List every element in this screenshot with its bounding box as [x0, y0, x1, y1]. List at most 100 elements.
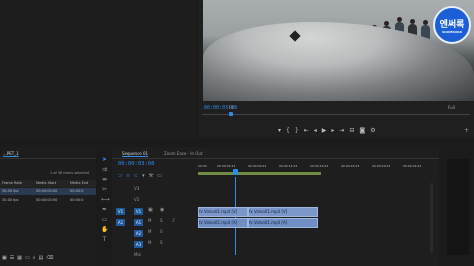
video-clip[interactable]: fx Volvo01.mp4 [V] [248, 207, 318, 217]
track-label-v3[interactable]: V3 [134, 186, 139, 191]
captions-icon[interactable]: ▭ [157, 173, 166, 179]
track-label-a2[interactable]: A2 [134, 230, 143, 237]
export-frame-icon[interactable]: ◙ [359, 127, 370, 134]
project-tab[interactable]: ...PET_1 [3, 151, 19, 156]
track-header-a1: A1 A1 M S ♪ [114, 218, 198, 228]
vertical-scrollbar[interactable] [430, 183, 433, 253]
timeline-panel: Sequence 01 Zoom Ease - In Out 00:00:03:… [112, 147, 439, 266]
settings-icon[interactable]: ⚙ [370, 127, 380, 134]
add-button-icon[interactable]: + [464, 127, 469, 134]
ruler-label: 00:00 [198, 164, 207, 168]
audio-clip[interactable]: fx Volvo01.mp4 [A] [198, 218, 248, 228]
new-bin-icon[interactable]: ▭ [25, 255, 33, 261]
logo-subtext: SOOMSOOK [442, 30, 462, 34]
lift-icon[interactable]: ⊟ [349, 127, 359, 134]
solo-button[interactable]: S [160, 229, 163, 234]
insert-sequence-icon[interactable]: ⊃ [118, 173, 126, 179]
table-row[interactable]: 30.00 fps 00:00:00:00 00:00:0 [0, 188, 96, 195]
video-clip[interactable]: fx Volvo01.mp4 [V] [198, 207, 248, 217]
work-area-bar[interactable] [198, 172, 321, 175]
track-label-a3[interactable]: A3 [134, 241, 143, 248]
column-frame-rate[interactable]: Frame Rate [2, 181, 22, 185]
source-patch-v1[interactable]: V1 [116, 208, 125, 215]
cell-media-end: 00:00:0 [70, 198, 84, 202]
project-panel: ...PET_1 1 of 36 items selected Frame Ra… [0, 147, 96, 266]
playhead-marker[interactable] [229, 112, 233, 116]
program-scrub-bar[interactable] [202, 114, 470, 115]
zoom-ease-tab[interactable]: Zoom Ease - In Out [164, 151, 203, 156]
audio-clip[interactable]: fx Volvo01.mp4 [A] [248, 218, 318, 228]
playhead-handle[interactable] [233, 169, 238, 175]
fit-dropdown[interactable]: Fit [229, 105, 234, 110]
logo-text: 엔써록 [439, 20, 465, 30]
go-to-out-icon[interactable]: ⇥ [339, 127, 349, 134]
in-point-icon[interactable]: { [286, 127, 295, 134]
track-label-mix: Mix [134, 252, 141, 257]
tools-panel: ➤ ⇉ ⇹ ✂ ⟷ ✒ ▭ ✋ T [97, 147, 111, 266]
pen-tool-icon[interactable]: ✒ [101, 206, 108, 213]
project-footer-toolbar: ▣☰▦▭⌕▤⌫ [2, 255, 94, 263]
audio-meters-panel [441, 147, 474, 266]
marker-icon[interactable]: ▾ [278, 127, 286, 134]
track-header-v1: V1 V1 ▣ ◉ [114, 207, 198, 217]
ripple-edit-tool-icon[interactable]: ⇹ [101, 176, 108, 183]
cell-media-start: 00:00:00:00 [36, 189, 58, 193]
mute-button[interactable]: M [148, 229, 151, 234]
source-monitor-panel [0, 0, 196, 138]
out-point-icon[interactable]: } [295, 127, 304, 134]
ruler-label: 00:00:29:23 [372, 164, 391, 168]
ruler-label: 00:00:19:23 [310, 164, 329, 168]
list-view-icon[interactable]: ☰ [10, 255, 17, 261]
sequence-tab[interactable]: Sequence 01 [122, 151, 148, 156]
track-header-v3: V3 [114, 185, 198, 195]
icon-view-icon[interactable]: ▦ [17, 255, 25, 261]
audio-meter [447, 159, 469, 255]
wrench-icon[interactable]: ⚒ [149, 173, 157, 179]
linked-selection-icon[interactable]: ⊂ [134, 173, 142, 179]
selection-tool-icon[interactable]: ➤ [101, 156, 108, 163]
solo-button[interactable]: S [160, 218, 163, 223]
go-to-in-icon[interactable]: ⇤ [304, 127, 314, 134]
time-ruler[interactable]: 00:00 00:00:04:23 00:00:09:23 00:00:14:2… [198, 161, 438, 179]
solo-button[interactable]: S [160, 240, 163, 245]
lock-icon[interactable]: ▣ [2, 255, 10, 261]
mute-button[interactable]: M [148, 240, 151, 245]
track-select-tool-icon[interactable]: ⇉ [101, 166, 108, 173]
column-header-row: Frame Rate Media Start Media End [0, 180, 96, 187]
type-tool-icon[interactable]: T [101, 236, 108, 243]
new-item-icon[interactable]: ▤ [39, 255, 47, 261]
channel-logo-badge: 엔써록 SOOMSOOK [433, 6, 471, 44]
column-media-end[interactable]: Media End [70, 181, 88, 185]
source-patch-a1[interactable]: A1 [116, 219, 125, 226]
ruler-label: 00:00:09:23 [248, 164, 267, 168]
resolution-dropdown[interactable]: Full [448, 105, 455, 110]
column-media-start[interactable]: Media Start [36, 181, 56, 185]
microphone-icon[interactable]: ♪ [172, 218, 175, 224]
razor-tool-icon[interactable]: ✂ [101, 186, 108, 193]
cell-media-end: 00:00:0 [70, 189, 84, 193]
mute-button[interactable]: M [148, 218, 151, 223]
trash-icon[interactable]: ⌫ [46, 255, 56, 261]
lock-icon[interactable]: ▣ [148, 207, 153, 213]
table-row[interactable]: 30.00 fps 00:00:00:00 00:00:0 [0, 197, 96, 204]
slip-tool-icon[interactable]: ⟷ [101, 196, 110, 203]
eye-icon[interactable]: ◉ [160, 207, 164, 213]
cell-frame-rate: 30.00 fps [2, 198, 19, 202]
track-label-v2[interactable]: V2 [134, 197, 139, 202]
play-icon[interactable]: ▶ [322, 127, 332, 134]
cell-media-start: 00:00:00:00 [36, 198, 58, 202]
timeline-timecode[interactable]: 00:00:03:08 [118, 161, 154, 167]
hand-tool-icon[interactable]: ✋ [101, 226, 108, 233]
track-label-v1[interactable]: V1 [134, 208, 143, 215]
snap-icon[interactable]: ∩ [126, 173, 134, 179]
ruler-label: 00:00:04:23 [217, 164, 236, 168]
step-forward-icon[interactable]: ▸ [331, 127, 339, 134]
cell-frame-rate: 30.00 fps [2, 189, 19, 193]
track-header-a3: A3 M S [114, 240, 198, 250]
ruler-label: 00:00:24:23 [341, 164, 360, 168]
step-back-icon[interactable]: ◂ [314, 127, 322, 134]
transport-controls: ▾{}⇤◂▶▸⇥⊟◙⚙ [278, 127, 418, 135]
track-label-a1[interactable]: A1 [134, 219, 143, 226]
rectangle-tool-icon[interactable]: ▭ [101, 216, 108, 223]
track-header-v2: V2 [114, 196, 198, 206]
